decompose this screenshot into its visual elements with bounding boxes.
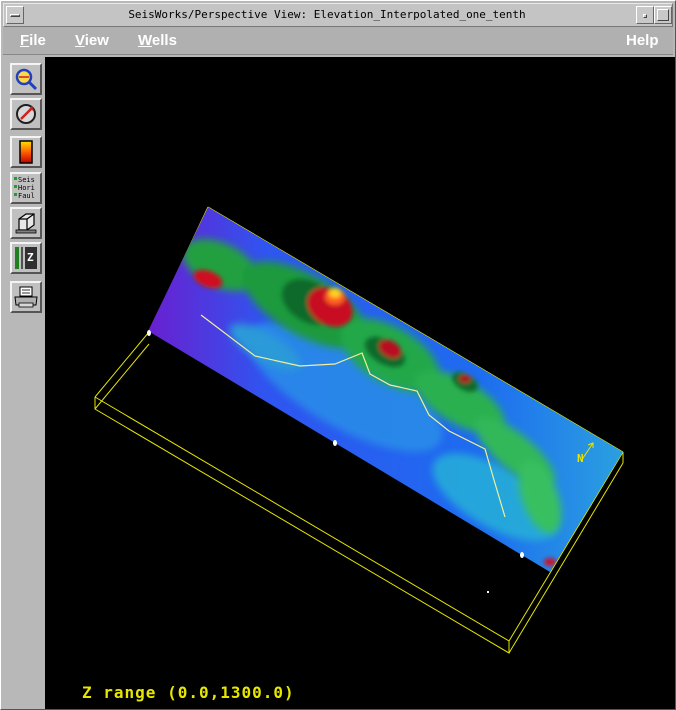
zoom-button[interactable] [10,63,42,95]
elevation-surface [148,207,623,572]
menu-bar: File View Wells Help [3,27,673,55]
menu-file[interactable]: File [20,32,46,49]
menu-view-mnemonic: V [75,32,85,49]
well-marker[interactable] [147,330,151,336]
perspective-view-window: SeisWorks/Perspective View: Elevation_In… [0,0,676,710]
z-range-readout: Z range (0.0,1300.0) [82,683,295,702]
well-marker[interactable] [333,440,337,446]
object-toggle-icon: Seis Hori Faul [14,176,35,200]
print-button[interactable] [10,281,42,313]
window-menu-button[interactable] [6,6,24,24]
well-marker[interactable] [520,552,524,558]
color-scale-button[interactable] [10,136,42,168]
title-bar[interactable]: SeisWorks/Perspective View: Elevation_In… [3,3,673,27]
maximize-button[interactable] [654,6,672,24]
north-label: N [577,452,584,465]
toggle-hori-label: Hori [18,184,35,192]
cube-view-button[interactable] [10,207,42,239]
menu-view-label: iew [84,32,109,49]
menu-wells-mnemonic: W [138,32,152,49]
menu-help[interactable]: Help [626,32,659,49]
maximize-icon [657,9,669,21]
cube-view-icon [15,213,37,234]
color-scale-icon [19,140,33,164]
toggle-faul-label: Faul [18,192,35,200]
window-title: SeisWorks/Perspective View: Elevation_In… [128,8,526,21]
z-scale-button[interactable]: Z [10,242,42,274]
rotate-button[interactable] [10,98,42,130]
minimize-button[interactable] [636,6,654,24]
z-scale-label: Z [27,251,34,264]
menu-view[interactable]: View [75,32,109,49]
menu-file-label: ile [29,32,46,49]
minimize-icon [643,14,647,18]
menu-wells[interactable]: Wells [138,32,177,49]
terrain-scene: N [94,206,624,654]
z-scale-icon: Z [15,247,37,269]
zoom-magnifier-icon [15,68,38,91]
tool-palette: Seis Hori Faul Z [3,57,45,707]
menu-file-mnemonic: F [20,32,30,49]
perspective-viewport[interactable]: N Z range (0.0,1300.0) [45,57,675,709]
rotate-dial-icon [16,104,36,124]
well-marker[interactable] [487,591,489,593]
window-menu-icon [10,14,20,17]
menu-wells-label: ells [151,32,177,49]
print-icon [14,286,38,308]
object-visibility-button[interactable]: Seis Hori Faul [10,172,42,204]
toggle-seis-label: Seis [18,176,35,184]
